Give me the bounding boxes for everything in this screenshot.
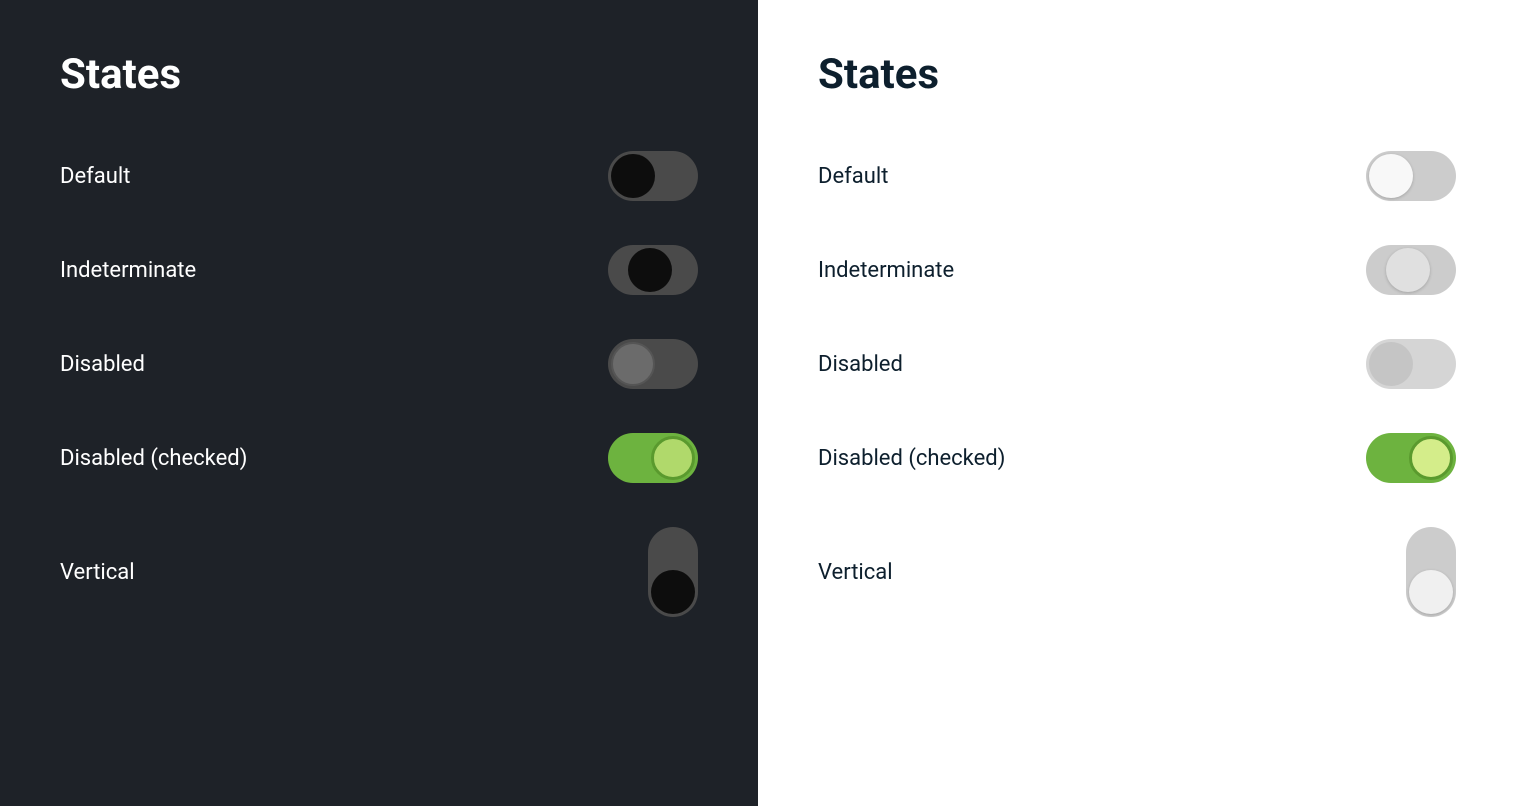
dark-disabled-checked-row: Disabled (checked) xyxy=(60,411,698,505)
dark-default-label: Default xyxy=(60,164,130,189)
dark-default-track xyxy=(608,151,698,201)
dark-disabled-track xyxy=(608,339,698,389)
light-indeterminate-thumb xyxy=(1386,248,1430,292)
light-panel-title: States xyxy=(818,50,1456,99)
light-disabled-toggle xyxy=(1366,339,1456,389)
dark-disabled-row: Disabled xyxy=(60,317,698,411)
light-vertical-row: Vertical xyxy=(818,505,1456,639)
light-default-thumb xyxy=(1369,154,1413,198)
light-disabled-row: Disabled xyxy=(818,317,1456,411)
dark-disabled-thumb xyxy=(611,342,655,386)
dark-disabled-checked-label: Disabled (checked) xyxy=(60,446,247,471)
light-disabled-checked-row: Disabled (checked) xyxy=(818,411,1456,505)
dark-disabled-label: Disabled xyxy=(60,352,145,377)
light-indeterminate-track xyxy=(1366,245,1456,295)
light-indeterminate-label: Indeterminate xyxy=(818,258,954,283)
light-disabled-thumb xyxy=(1369,342,1413,386)
light-vertical-thumb xyxy=(1409,570,1453,614)
light-vertical-toggle[interactable] xyxy=(1406,527,1456,617)
light-disabled-label: Disabled xyxy=(818,352,903,377)
light-vertical-track xyxy=(1406,527,1456,617)
dark-vertical-toggle[interactable] xyxy=(648,527,698,617)
light-indeterminate-toggle[interactable] xyxy=(1366,245,1456,295)
dark-default-toggle[interactable] xyxy=(608,151,698,201)
light-default-track xyxy=(1366,151,1456,201)
light-disabled-checked-track xyxy=(1366,433,1456,483)
dark-indeterminate-toggle[interactable] xyxy=(608,245,698,295)
light-panel: States Default Indeterminate Disabled Di… xyxy=(758,0,1516,806)
light-indeterminate-row: Indeterminate xyxy=(818,223,1456,317)
light-vertical-label: Vertical xyxy=(818,560,893,585)
dark-indeterminate-label: Indeterminate xyxy=(60,258,196,283)
dark-indeterminate-row: Indeterminate xyxy=(60,223,698,317)
dark-disabled-toggle xyxy=(608,339,698,389)
dark-default-thumb xyxy=(611,154,655,198)
light-disabled-checked-label: Disabled (checked) xyxy=(818,446,1005,471)
light-default-label: Default xyxy=(818,164,888,189)
light-default-row: Default xyxy=(818,129,1456,223)
dark-default-row: Default xyxy=(60,129,698,223)
light-disabled-checked-toggle xyxy=(1366,433,1456,483)
light-disabled-checked-thumb xyxy=(1409,436,1453,480)
dark-disabled-checked-thumb xyxy=(651,436,695,480)
dark-indeterminate-track xyxy=(608,245,698,295)
dark-vertical-label: Vertical xyxy=(60,560,135,585)
dark-disabled-checked-track xyxy=(608,433,698,483)
dark-panel: States Default Indeterminate Disabled Di… xyxy=(0,0,758,806)
dark-vertical-row: Vertical xyxy=(60,505,698,639)
dark-vertical-thumb xyxy=(651,570,695,614)
light-disabled-track xyxy=(1366,339,1456,389)
dark-panel-title: States xyxy=(60,50,698,99)
dark-disabled-checked-toggle xyxy=(608,433,698,483)
light-default-toggle[interactable] xyxy=(1366,151,1456,201)
dark-vertical-track xyxy=(648,527,698,617)
dark-indeterminate-thumb xyxy=(628,248,672,292)
